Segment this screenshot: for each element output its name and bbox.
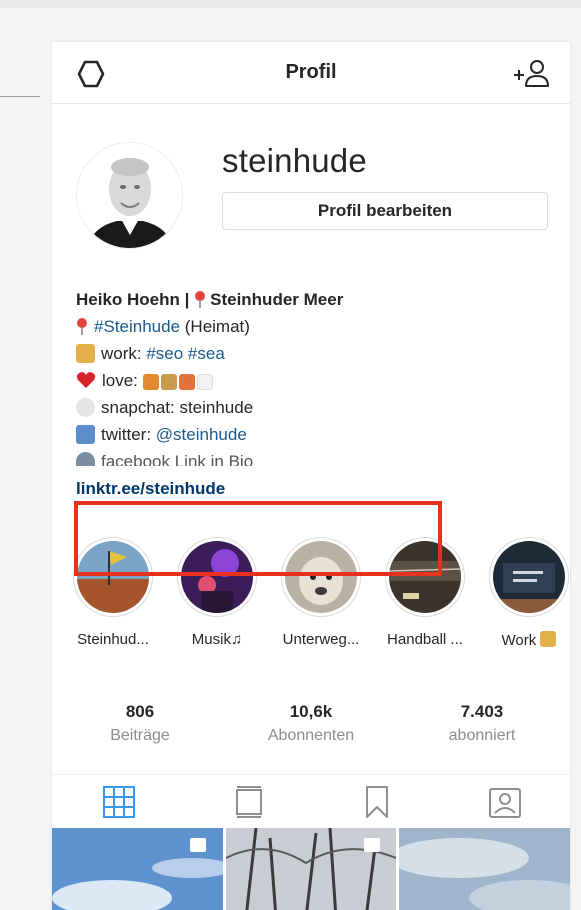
- top-bar: Profil: [52, 42, 570, 104]
- bio-location: Steinhuder Meer: [210, 290, 344, 309]
- hashtag-steinhude-link[interactable]: #Steinhude: [94, 317, 180, 336]
- grid-photo[interactable]: [52, 828, 223, 910]
- annotation-highlight-box: [74, 501, 442, 576]
- profile-stats: 806 Beiträge 10,6k Abonnenten 7.403 abon…: [52, 702, 570, 762]
- stat-followers[interactable]: 10,6k Abonnenten: [231, 702, 391, 745]
- work-hashtags-link[interactable]: #seo #sea: [146, 344, 224, 363]
- bio-twitter-prefix: twitter:: [101, 425, 156, 444]
- stat-following[interactable]: 7.403 abonniert: [402, 702, 562, 745]
- person-icon: [76, 452, 95, 466]
- highlight-label: Musik♫: [191, 631, 243, 648]
- bio-name: Heiko Hoehn |: [76, 290, 195, 309]
- edit-profile-button[interactable]: Profil bearbeiten: [222, 192, 548, 230]
- grid-icon[interactable]: [102, 785, 136, 819]
- highlight-label: Unterweg...: [282, 631, 360, 648]
- sailboat-icon: [142, 374, 159, 390]
- tagged-icon[interactable]: [488, 785, 522, 819]
- profile-screen: Profil steinhude Profil bearbeiten Heiko…: [52, 42, 570, 910]
- highlight-label: Work: [484, 631, 570, 649]
- profile-tabs: [52, 774, 570, 824]
- construction-worker-icon: [540, 631, 557, 647]
- bio-snapchat-line: snapchat: steinhude: [76, 394, 546, 421]
- stat-value: 7.403: [460, 702, 504, 721]
- stat-value: 10,6k: [289, 702, 333, 721]
- feed-icon[interactable]: [232, 785, 266, 819]
- page-title: Profil: [285, 61, 337, 83]
- bio-love-line: love:: [76, 367, 546, 394]
- stat-label: Abonnenten: [267, 727, 355, 744]
- background-top: [0, 0, 581, 8]
- add-user-icon[interactable]: [512, 58, 550, 90]
- stat-label: Beiträge: [110, 727, 170, 744]
- bio-snapchat-text: snapchat: steinhude: [101, 398, 254, 417]
- story-highlight[interactable]: Work: [484, 537, 570, 649]
- hashtag-icon: [76, 425, 95, 444]
- bio-hashtag-suffix: (Heimat): [180, 317, 250, 336]
- bookmark-icon[interactable]: [360, 785, 394, 819]
- pin-icon: [76, 316, 88, 335]
- stat-value: 806: [125, 702, 155, 721]
- bio-work-line: work: #seo #sea: [76, 340, 546, 367]
- bio-facebook-line: facebook Link in Bio: [76, 448, 546, 466]
- background-divider: [0, 96, 40, 97]
- stat-label: abonniert: [448, 727, 516, 744]
- sunset-icon: [178, 374, 195, 390]
- rowboat-icon: [160, 374, 177, 390]
- bio-hashtag-line: #Steinhude (Heimat): [76, 313, 546, 340]
- bio-facebook-text: facebook Link in Bio: [101, 452, 254, 466]
- avatar[interactable]: [76, 142, 183, 249]
- ghost-icon: [76, 398, 95, 417]
- photo-grid: [52, 828, 570, 910]
- grid-photo[interactable]: [226, 828, 396, 910]
- stat-posts[interactable]: 806 Beiträge: [60, 702, 220, 745]
- username: steinhude: [222, 142, 367, 179]
- highlight-label: Steinhud...: [77, 631, 149, 648]
- bio-love-text: love:: [102, 371, 143, 390]
- bio-twitter-line: twitter: @steinhude: [76, 421, 546, 448]
- construction-worker-icon: [76, 344, 95, 363]
- bio: Heiko Hoehn | Steinhuder Meer #Steinhude…: [76, 286, 546, 502]
- runner-icon: [196, 374, 213, 390]
- bio-work-prefix: work:: [101, 344, 147, 363]
- heart-icon: [76, 370, 96, 388]
- highlight-label: Handball ...: [387, 631, 463, 648]
- bio-name-line: Heiko Hoehn | Steinhuder Meer: [76, 286, 546, 313]
- bio-url-link[interactable]: linktr.ee/steinhude: [76, 479, 225, 498]
- bio-url-line: linktr.ee/steinhude: [76, 475, 546, 502]
- pin-icon: [194, 289, 206, 308]
- grid-photo[interactable]: [399, 828, 570, 910]
- twitter-handle-link[interactable]: @steinhude: [156, 425, 247, 444]
- highlight-thumbnail: [493, 541, 565, 613]
